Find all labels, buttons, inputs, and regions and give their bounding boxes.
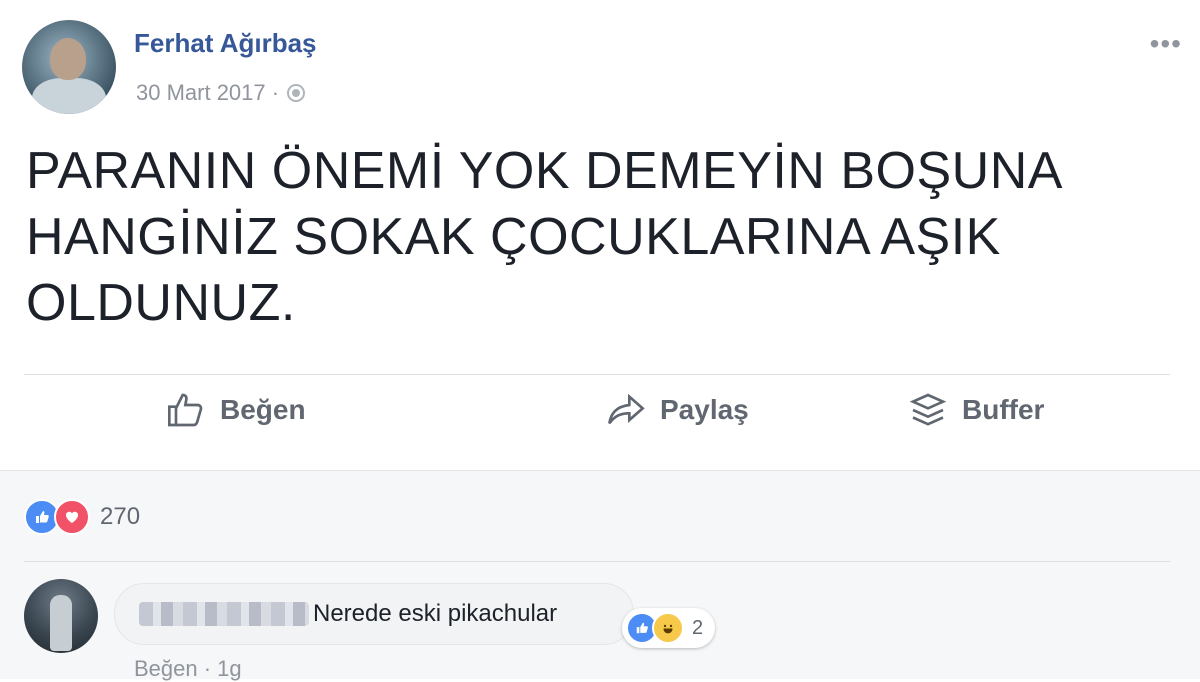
comment-text: Nerede eski pikachular: [313, 600, 558, 627]
buffer-stack-icon: [909, 393, 947, 426]
post-meta: 30 Mart 2017 ·: [136, 80, 306, 106]
share-label: Paylaş: [660, 394, 749, 425]
more-options-button[interactable]: •••: [1150, 28, 1182, 60]
thumbs-up-icon: [168, 393, 203, 427]
globe-icon: [287, 84, 306, 102]
reaction-count: 270: [100, 503, 141, 530]
author-avatar[interactable]: [22, 20, 116, 114]
post-text-line: PARANIN ÖNEMİ YOK DEMEYİN BOŞUNA: [26, 142, 1063, 200]
comments-section: 270 Nerede eski pikachular: [0, 470, 1200, 679]
comment-reactions[interactable]: 2: [622, 608, 716, 648]
commenter-avatar[interactable]: [24, 579, 98, 653]
buffer-label: Buffer: [962, 394, 1045, 425]
post-header: Ferhat Ağırbaş 30 Mart 2017 · •••: [22, 20, 1182, 116]
haha-reaction-icon: [652, 612, 684, 644]
author-name[interactable]: Ferhat Ağırbaş: [134, 28, 317, 59]
actions-divider: [24, 374, 1170, 375]
post-text-line: HANGİNİZ SOKAK ÇOCUKLARINA AŞIK: [26, 208, 1001, 266]
love-reaction-icon: [54, 499, 90, 535]
comment-bubble: Nerede eski pikachular: [114, 583, 634, 645]
comment-footer[interactable]: Beğen · 1g: [134, 656, 242, 682]
like-label: Beğen: [220, 394, 306, 425]
post-date[interactable]: 30 Mart 2017 ·: [136, 80, 279, 106]
like-button[interactable]: Beğen: [166, 390, 306, 430]
buffer-button[interactable]: Buffer: [908, 390, 1044, 430]
reactions-summary[interactable]: 270: [24, 499, 140, 535]
post-actions: Beğen Paylaş Buffer: [0, 390, 1200, 454]
post-text-line: OLDUNUZ.: [26, 274, 296, 332]
comment-reaction-count: 2: [692, 616, 704, 639]
share-button[interactable]: Paylaş: [606, 390, 749, 430]
post-text: PARANIN ÖNEMİ YOK DEMEYİN BOŞUNA HANGİNİ…: [26, 138, 1176, 336]
share-arrow-icon: [608, 393, 645, 425]
comments-divider: [24, 561, 1170, 562]
commenter-name-blurred[interactable]: [139, 602, 309, 626]
